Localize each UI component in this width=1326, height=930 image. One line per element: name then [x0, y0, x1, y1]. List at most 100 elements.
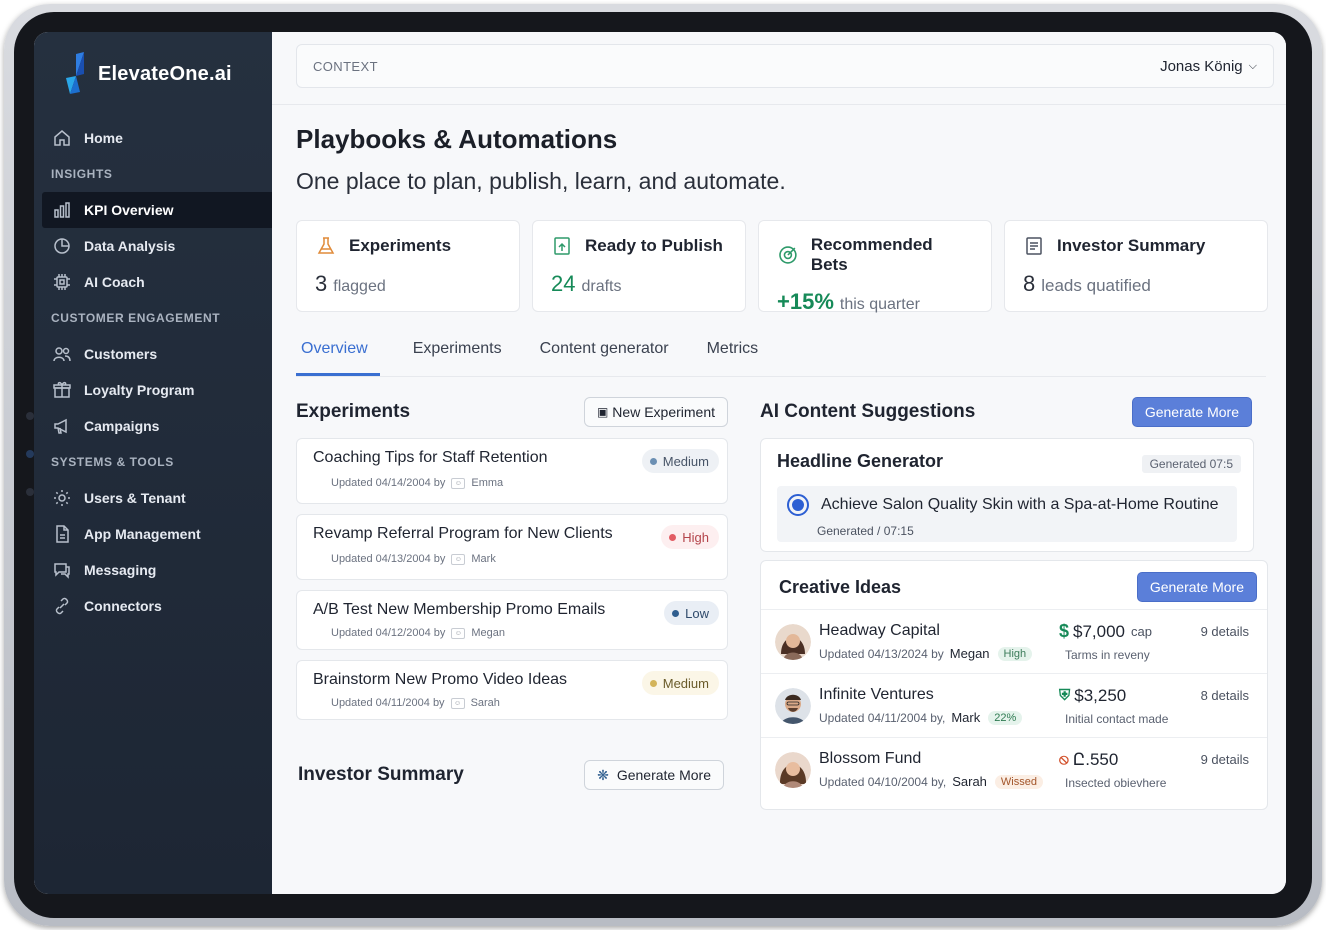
context-label[interactable]: CONTEXT	[313, 59, 378, 74]
avatar-icon: ☺	[450, 697, 465, 709]
kpi-unit: leads quatified	[1041, 276, 1151, 295]
idea-details-link[interactable]: 8 details	[1201, 688, 1249, 703]
experiment-card[interactable]: Coaching Tips for Staff Retention Update…	[296, 438, 728, 504]
experiment-owner: Mark	[471, 553, 496, 565]
sidebar-item-home[interactable]: Home	[34, 120, 272, 156]
idea-details-link[interactable]: 9 details	[1201, 752, 1249, 767]
user-menu[interactable]: Jonas König ⌵	[1160, 58, 1257, 75]
main-content: CONTEXT Jonas König ⌵ Playbooks & Automat…	[272, 32, 1286, 894]
idea-amount: $7,000	[1073, 621, 1126, 641]
brand[interactable]: ElevateOne.ai	[34, 50, 272, 98]
side-sensor	[26, 488, 34, 496]
tab-divider	[296, 376, 1266, 377]
elevateone-logo-icon	[66, 52, 84, 94]
sidebar-item-messaging[interactable]: Messaging	[34, 552, 272, 588]
gift-icon	[53, 381, 71, 398]
kpi-unit: this quarter	[839, 296, 920, 313]
header-divider	[272, 104, 1286, 105]
ai-content-title: AI Content Suggestions	[760, 401, 976, 422]
page-title: Playbooks & Automations	[296, 124, 618, 154]
headline-time-label: Generated	[817, 524, 874, 538]
status-badge: High	[997, 646, 1033, 661]
chip-icon	[54, 274, 70, 290]
avatar	[775, 751, 811, 788]
users-icon	[53, 347, 71, 362]
status-badge: 22%	[988, 710, 1023, 725]
sidebar-item-loyalty-program[interactable]: Loyalty Program	[34, 372, 272, 408]
avatar	[775, 687, 811, 724]
sidebar-item-data-analysis[interactable]: Data Analysis	[34, 228, 272, 264]
idea-cap: cap	[1131, 624, 1152, 639]
kpi-value: +15%	[777, 289, 834, 314]
sidebar-item-app-management[interactable]: App Management	[34, 516, 272, 552]
sidebar-item-label: KPI Overview	[84, 202, 174, 218]
sidebar-item-ai-coach[interactable]: AI Coach	[34, 264, 272, 300]
sidebar-item-label: Users & Tenant	[84, 490, 186, 506]
side-sensor	[26, 450, 34, 458]
shield-check-icon: ⛨	[1059, 687, 1071, 704]
bar-chart-icon	[54, 202, 70, 218]
kpi-title: Investor Summary	[1057, 236, 1206, 255]
sidebar-section-customer-engagement: CUSTOMER ENGAGEMENT	[51, 311, 221, 325]
list-item[interactable]: Headway Capital Updated 04/13/2024 by Meg…	[761, 609, 1267, 673]
idea-name: Headway Capital	[819, 622, 940, 639]
idea-owner: Sarah	[952, 774, 987, 789]
home-icon	[54, 130, 70, 146]
creative-ideas-title: Creative Ideas	[779, 576, 902, 597]
ideas-generate-more-button[interactable]: Generate More	[1136, 572, 1257, 602]
button-label: New Experiment	[612, 404, 715, 420]
ai-content-section: AI Content Suggestions Generate More Hea…	[760, 396, 1268, 810]
idea-status: Initial contact made	[1065, 711, 1169, 726]
list-item[interactable]: Blossom Fund Updated 04/10/2004 by, Sarah…	[761, 737, 1267, 801]
headline-option[interactable]: Achieve Salon Quality Skin with a Spa-at…	[777, 486, 1237, 542]
tab-experiments[interactable]: Experiments	[408, 334, 507, 376]
sidebar-item-customers[interactable]: Customers	[34, 336, 272, 372]
sidebar-item-label: Loyalty Program	[84, 382, 195, 398]
experiment-owner: Megan	[471, 627, 506, 639]
sidebar-item-campaigns[interactable]: Campaigns	[34, 408, 272, 444]
avatar-icon: ☺	[451, 477, 466, 489]
tab-overview[interactable]: Overview	[296, 334, 380, 376]
radio-selected-icon[interactable]	[787, 494, 809, 516]
list-item[interactable]: Infinite Ventures Updated 04/11/2004 by,…	[761, 673, 1267, 737]
experiment-title: A/B Test New Membership Promo Emails	[313, 601, 606, 618]
side-sensor	[26, 412, 34, 420]
idea-status: Insected obievhere	[1065, 775, 1167, 790]
idea-name: Infinite Ventures	[819, 686, 934, 703]
sidebar-item-users-tenant[interactable]: Users & Tenant	[34, 480, 272, 516]
sidebar-item-connectors[interactable]: Connectors	[34, 588, 272, 624]
ai-generate-more-button[interactable]: Generate More	[1131, 397, 1252, 427]
idea-updated: Updated 04/13/2024 by	[819, 646, 944, 661]
kpi-card-recommended-bets[interactable]: Recommended Bets +15% this quarter	[758, 220, 992, 314]
tab-content-generator[interactable]: Content generator	[535, 334, 674, 376]
experiment-card[interactable]: A/B Test New Membership Promo Emails Upd…	[296, 590, 728, 650]
kpi-card-experiments[interactable]: Experiments 3 flagged	[296, 220, 520, 312]
app-screen: ElevateOne.ai Home INSIGHTS KPI Overview…	[34, 32, 1286, 894]
experiment-updated: Updated 04/12/2004 by	[331, 627, 446, 639]
investor-generate-more-button[interactable]: ❋ Generate More	[584, 760, 724, 790]
kpi-cards: Experiments 3 flagged Ready to Publish 24…	[296, 220, 1268, 314]
pie-chart-icon	[54, 238, 70, 254]
experiment-owner: Sarah	[470, 697, 500, 709]
kpi-card-ready-to-publish[interactable]: Ready to Publish 24 drafts	[532, 220, 746, 312]
kpi-title: Recommended Bets	[810, 235, 933, 274]
kpi-card-investor-summary[interactable]: Investor Summary 8 leads quatified	[1004, 220, 1268, 312]
idea-updated: Updated 04/11/2004 by,	[819, 710, 946, 725]
idea-details-link[interactable]: 9 details	[1201, 624, 1249, 639]
experiment-card[interactable]: Brainstorm New Promo Video Ideas Updated…	[296, 660, 728, 720]
kpi-title: Experiments	[349, 236, 452, 255]
headline-text: Achieve Salon Quality Skin with a Spa-at…	[821, 496, 1219, 513]
sidebar-section-insights: INSIGHTS	[51, 167, 113, 181]
tab-bar: Overview Experiments Content generator M…	[296, 334, 791, 376]
new-experiment-button[interactable]: ▣ New Experiment	[583, 397, 728, 427]
avatar-icon: ☺	[451, 553, 466, 565]
experiment-card[interactable]: Revamp Referral Program for New Clients …	[296, 514, 728, 580]
sidebar-item-label: AI Coach	[84, 274, 145, 290]
sidebar-item-label: Connectors	[84, 598, 162, 614]
sidebar-item-kpi-overview[interactable]: KPI Overview	[42, 192, 272, 228]
experiment-updated: Updated 04/11/2004 by	[331, 697, 445, 709]
tab-metrics[interactable]: Metrics	[702, 334, 764, 376]
experiment-updated: Updated 04/13/2004 by	[331, 553, 446, 565]
sidebar-item-label: Home	[84, 130, 123, 146]
sidebar-item-label: Customers	[84, 346, 158, 362]
